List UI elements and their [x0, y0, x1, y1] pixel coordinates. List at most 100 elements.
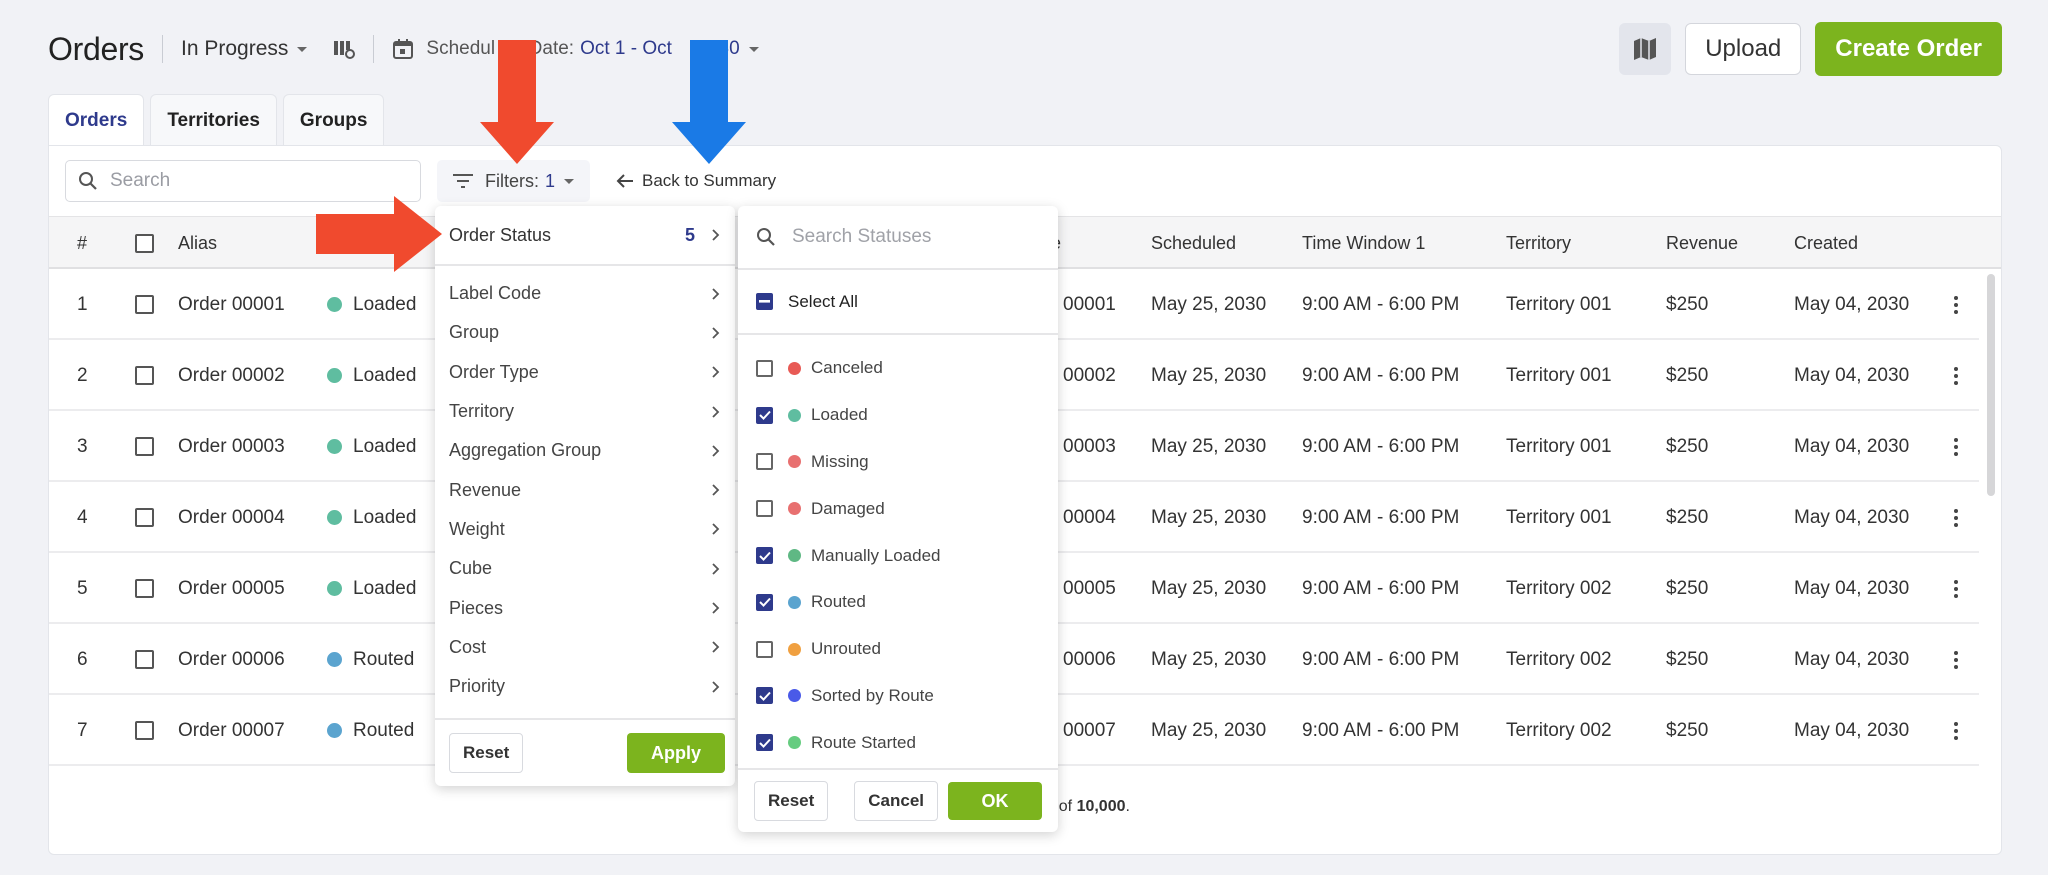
- row-created: May 04, 2030: [1794, 648, 1910, 670]
- filter-item-revenue[interactable]: Revenue: [435, 470, 735, 509]
- checkbox-icon: [756, 500, 773, 518]
- filter-item-territory[interactable]: Territory: [435, 392, 735, 431]
- status-option-label: Sorted by Route: [811, 685, 934, 705]
- row-scheduled: May 25, 2030: [1151, 719, 1267, 741]
- col-header-created[interactable]: Created: [1794, 217, 1858, 270]
- status-option-route-started[interactable]: Route Started: [738, 719, 1058, 766]
- status-search-input[interactable]: Search Statuses: [738, 206, 1058, 270]
- status-reset-button[interactable]: Reset: [754, 781, 829, 821]
- col-header-alias[interactable]: Alias: [178, 217, 217, 270]
- col-header-number: #: [77, 233, 88, 253]
- filter-item-label: Cost: [449, 636, 487, 657]
- row-created: May 04, 2030: [1794, 364, 1910, 386]
- row-checkbox[interactable]: [135, 411, 154, 482]
- upload-button[interactable]: Upload: [1685, 23, 1802, 75]
- status-dot-icon: [788, 502, 801, 516]
- row-actions-button[interactable]: [1954, 695, 1958, 766]
- row-time-window: 9:00 AM - 6:00 PM: [1302, 435, 1460, 457]
- filter-item-order-status[interactable]: Order Status 5: [435, 206, 735, 266]
- col-header-territory[interactable]: Territory: [1506, 217, 1571, 270]
- status-ok-button[interactable]: OK: [948, 782, 1042, 820]
- filters-button[interactable]: Filters: 1: [437, 160, 591, 202]
- filter-item-group[interactable]: Group: [435, 313, 735, 352]
- status-label: Loaded: [353, 435, 417, 457]
- row-checkbox[interactable]: [135, 269, 154, 340]
- row-alias[interactable]: Order 00006: [178, 624, 285, 695]
- row-created: May 04, 2030: [1794, 719, 1910, 741]
- status-dot-icon: [327, 510, 342, 525]
- row-checkbox[interactable]: [135, 695, 154, 766]
- row-actions-button[interactable]: [1954, 340, 1958, 411]
- more-vertical-icon: [1954, 295, 1958, 314]
- row-alias[interactable]: Order 00003: [178, 411, 285, 482]
- filter-item-label: Weight: [449, 518, 505, 539]
- filter-item-weight[interactable]: Weight: [435, 510, 735, 549]
- filter-item-label: Aggregation Group: [449, 440, 602, 461]
- row-time-window: 9:00 AM - 6:00 PM: [1302, 506, 1460, 528]
- status-option-loaded[interactable]: Loaded: [738, 392, 1058, 439]
- filter-icon: [453, 174, 473, 188]
- filter-item-cost[interactable]: Cost: [435, 628, 735, 667]
- map-view-button[interactable]: [1619, 23, 1672, 75]
- col-header-scheduled[interactable]: Scheduled: [1151, 217, 1236, 270]
- status-option-missing[interactable]: Missing: [738, 439, 1058, 486]
- row-time-window: 9:00 AM - 6:00 PM: [1302, 648, 1460, 670]
- status-option-damaged[interactable]: Damaged: [738, 485, 1058, 532]
- row-created: May 04, 2030: [1794, 293, 1910, 315]
- filter-item-order-type[interactable]: Order Type: [435, 353, 735, 392]
- row-checkbox[interactable]: [135, 624, 154, 695]
- row-alias[interactable]: Order 00002: [178, 340, 285, 411]
- select-all-checkbox[interactable]: Select All: [738, 270, 1058, 335]
- row-actions-button[interactable]: [1954, 553, 1958, 624]
- filter-item-cube[interactable]: Cube: [435, 549, 735, 588]
- tab-orders[interactable]: Orders: [48, 94, 145, 146]
- filter-item-aggregation-group[interactable]: Aggregation Group: [435, 431, 735, 470]
- status-label: Routed: [353, 648, 415, 670]
- row-actions-button[interactable]: [1954, 269, 1958, 340]
- view-select[interactable]: In Progress: [181, 37, 308, 61]
- row-alias[interactable]: Order 00007: [178, 695, 285, 766]
- table-scrollbar[interactable]: [1987, 274, 1995, 496]
- row-created: May 04, 2030: [1794, 577, 1910, 599]
- row-checkbox[interactable]: [135, 340, 154, 411]
- row-checkbox[interactable]: [135, 553, 154, 624]
- col-header-revenue[interactable]: Revenue: [1666, 217, 1738, 270]
- row-alias[interactable]: Order 00004: [178, 482, 285, 553]
- status-dot-icon: [327, 439, 342, 454]
- back-to-summary-button[interactable]: Back to Summary: [616, 171, 776, 191]
- status-option-label: Damaged: [811, 498, 885, 518]
- row-actions-button[interactable]: [1954, 411, 1958, 482]
- status-option-unrouted[interactable]: Unrouted: [738, 626, 1058, 673]
- filter-item-label-code[interactable]: Label Code: [435, 274, 735, 313]
- row-actions-button[interactable]: [1954, 482, 1958, 553]
- tab-groups[interactable]: Groups: [282, 94, 385, 146]
- chevron-right-icon: [712, 405, 720, 418]
- row-actions-button[interactable]: [1954, 624, 1958, 695]
- status-option-canceled[interactable]: Canceled: [738, 345, 1058, 392]
- annotation-arrow-right-red: [316, 196, 442, 272]
- status-option-manually-loaded[interactable]: Manually Loaded: [738, 532, 1058, 579]
- col-header-time-window[interactable]: Time Window 1: [1302, 217, 1425, 270]
- tab-territories[interactable]: Territories: [150, 94, 277, 146]
- filter-item-label: Group: [449, 322, 500, 343]
- row-number: 7: [77, 719, 88, 741]
- filter-reset-button[interactable]: Reset: [449, 733, 524, 773]
- status-cancel-button[interactable]: Cancel: [854, 781, 938, 821]
- create-order-button[interactable]: Create Order: [1815, 22, 2002, 76]
- row-alias[interactable]: Order 00005: [178, 553, 285, 624]
- status-option-sorted-by-route[interactable]: Sorted by Route: [738, 673, 1058, 720]
- status-label: Loaded: [353, 293, 417, 315]
- row-number: 4: [77, 506, 88, 528]
- filter-menu-footer: Reset Apply: [435, 718, 735, 786]
- filter-item-pieces[interactable]: Pieces: [435, 588, 735, 627]
- row-checkbox[interactable]: [135, 482, 154, 553]
- columns-settings-icon[interactable]: [333, 38, 356, 60]
- row-status: Loaded: [327, 411, 416, 482]
- filter-item-priority[interactable]: Priority: [435, 667, 735, 706]
- filter-apply-button[interactable]: Apply: [627, 733, 725, 773]
- status-option-routed[interactable]: Routed: [738, 579, 1058, 626]
- more-vertical-icon: [1954, 721, 1958, 740]
- row-alias[interactable]: Order 00001: [178, 269, 285, 340]
- select-all-rows-checkbox[interactable]: [135, 217, 154, 270]
- row-scheduled: May 25, 2030: [1151, 648, 1267, 670]
